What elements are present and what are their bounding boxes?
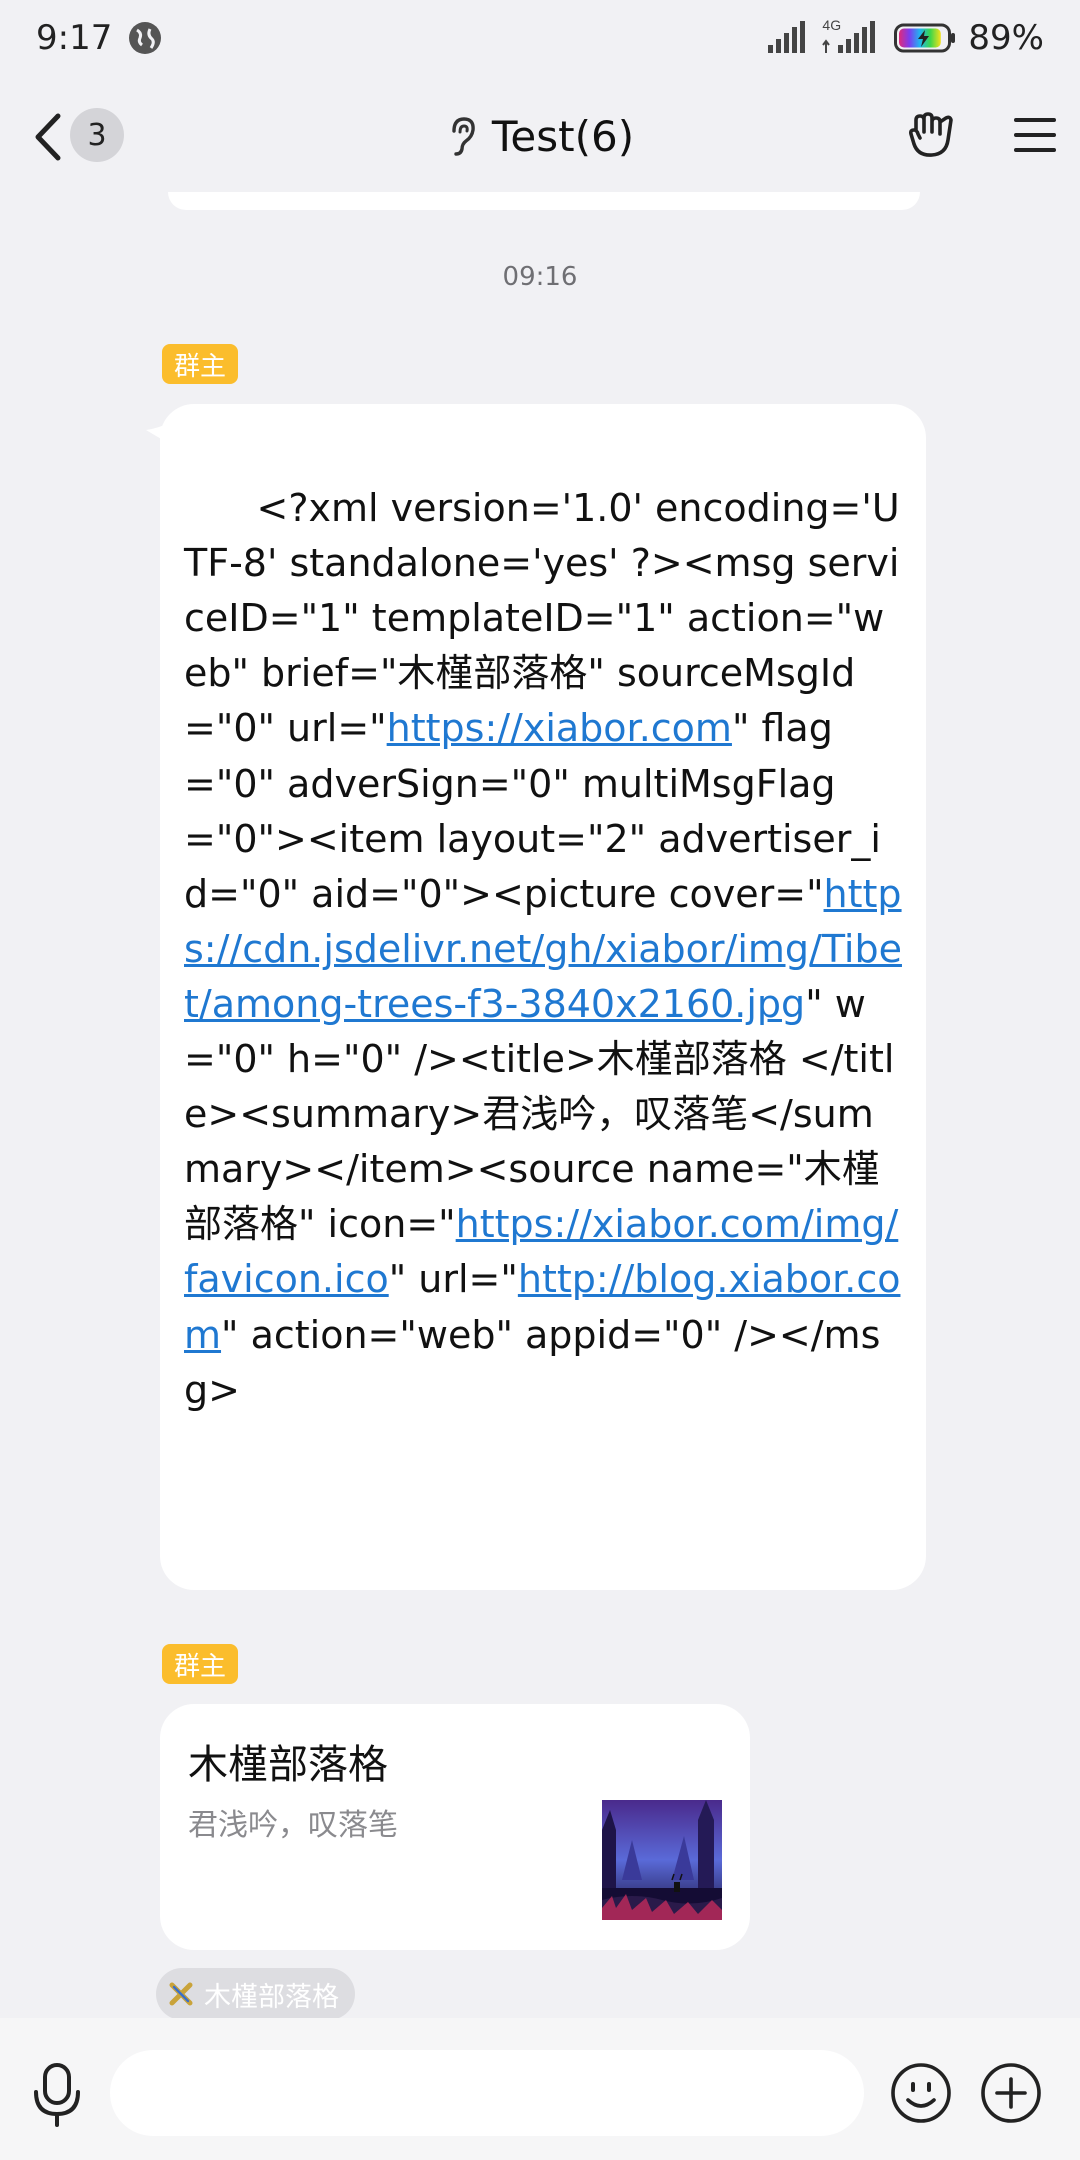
message-link[interactable]: https://xiabor.com: [387, 706, 732, 750]
message-text-segment: " action="web" appid="0" /></msg>: [184, 1312, 881, 1412]
chat-message-list[interactable]: 09:16 群主 <?xml version='1.0' encoding='U…: [0, 192, 1080, 2020]
globe-icon: [129, 22, 162, 54]
xml-text-message-bubble[interactable]: <?xml version='1.0' encoding='UTF-8' sta…: [160, 404, 926, 1590]
status-time: 9:17: [36, 18, 113, 58]
group-owner-badge: 群主: [162, 1644, 238, 1684]
message-timestamp: 09:16: [502, 262, 578, 292]
card-source-chip[interactable]: 木槿部落格: [156, 1968, 355, 2020]
battery-percent: 89%: [968, 18, 1044, 58]
menu-icon[interactable]: [1014, 116, 1056, 154]
status-bar: 9:17 4G 89%: [0, 0, 1080, 76]
chat-title: Test(6): [491, 111, 635, 161]
message-text-segment: " url=": [388, 1257, 518, 1302]
card-summary: 君浅吟，叹落笔: [188, 1808, 398, 1843]
emoji-icon[interactable]: [890, 2062, 952, 2124]
card-source-name: 木槿部落格: [204, 1981, 339, 2013]
previous-message-bubble[interactable]: [168, 192, 920, 210]
microphone-icon[interactable]: [32, 2062, 82, 2128]
chat-header: 3 Test(6): [0, 80, 1080, 192]
card-thumbnail-image: [602, 1800, 722, 1920]
group-owner-badge: 群主: [162, 344, 238, 384]
link-card-bubble[interactable]: 木槿部落格 君浅吟，叹落笔: [160, 1704, 750, 1950]
battery-icon: [894, 23, 956, 53]
input-bar: [0, 2018, 1080, 2160]
source-favicon-icon: [169, 1982, 193, 2006]
hand-gesture-icon[interactable]: [908, 110, 956, 160]
message-input[interactable]: [110, 2050, 864, 2136]
card-title: 木槿部落格: [188, 1742, 388, 1788]
4g-signal-icon: 4G: [822, 17, 882, 55]
plus-icon[interactable]: [980, 2062, 1042, 2124]
xml-message-text[interactable]: <?xml version='1.0' encoding='UTF-8' sta…: [184, 426, 902, 1473]
ear-icon: [452, 117, 475, 156]
signal-icon: [768, 21, 806, 53]
